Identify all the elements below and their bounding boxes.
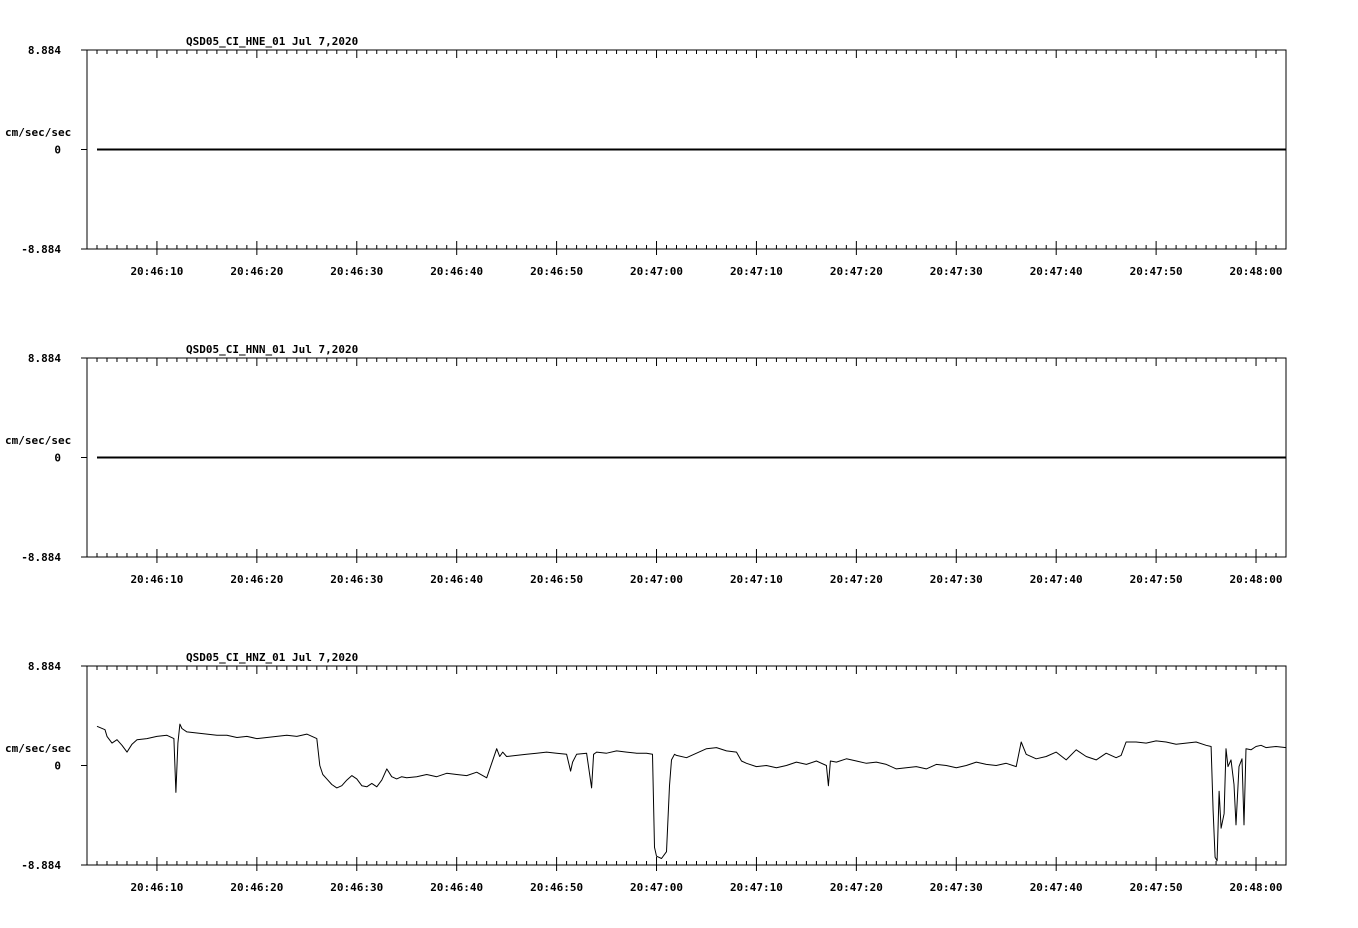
x-tick-label: 20:47:50	[1130, 881, 1183, 894]
x-tick-label: 20:47:50	[1130, 265, 1183, 278]
x-tick-label: 20:46:10	[130, 573, 183, 586]
channel-panel-2: QSD05_CI_HNN_01 Jul 7,2020 8.884 0 -8.884 cm…	[5, 343, 1287, 586]
x-tick-label: 20:47:30	[930, 881, 983, 894]
x-tick-label: 20:47:00	[630, 573, 683, 586]
y-axis-label: cm/sec/sec	[5, 126, 71, 139]
x-tick-label: 20:46:40	[430, 265, 483, 278]
x-tick-label: 20:46:50	[530, 881, 583, 894]
x-tick-label: 20:46:10	[130, 881, 183, 894]
x-tick-label: 20:46:50	[530, 265, 583, 278]
panel-title: QSD05_CI_HNE_01 Jul 7,2020	[186, 35, 358, 48]
y-tick-label: 0	[54, 144, 61, 157]
channel-panel-3: QSD05_CI_HNZ_01 Jul 7,2020 8.884 0 -8.884 cm…	[5, 651, 1287, 894]
x-tick-label: 20:47:40	[1030, 881, 1083, 894]
x-tick-label: 20:47:10	[730, 881, 783, 894]
y-tick-label: 8.884	[28, 352, 61, 365]
x-tick-label: 20:48:00	[1230, 265, 1283, 278]
channel-panel-1: QSD05_CI_HNE_01 Jul 7,2020 8.884 0 -8.884 cm…	[5, 35, 1287, 278]
x-tick-label: 20:47:10	[730, 573, 783, 586]
y-axis-label: cm/sec/sec	[5, 434, 71, 447]
x-tick-label: 20:47:20	[830, 881, 883, 894]
x-tick-label: 20:47:40	[1030, 573, 1083, 586]
x-tick-label: 20:46:20	[230, 573, 283, 586]
x-tick-label: 20:47:20	[830, 265, 883, 278]
y-tick-label: -8.884	[21, 243, 61, 256]
plot-frame	[86, 665, 1287, 866]
seismogram-figure: QSD05_CI_HNE_01 Jul 7,2020 8.884 0 -8.884 cm…	[0, 0, 1358, 924]
y-tick-label: -8.884	[21, 859, 61, 872]
x-tick-label: 20:46:10	[130, 265, 183, 278]
x-tick-label: 20:46:30	[330, 881, 383, 894]
x-tick-label: 20:47:40	[1030, 265, 1083, 278]
x-tick-label: 20:46:20	[230, 881, 283, 894]
x-tick-label: 20:46:40	[430, 881, 483, 894]
panel-title: QSD05_CI_HNN_01 Jul 7,2020	[186, 343, 358, 356]
x-tick-label: 20:47:50	[1130, 573, 1183, 586]
x-tick-label: 20:46:40	[430, 573, 483, 586]
x-tick-label: 20:47:30	[930, 265, 983, 278]
x-tick-label: 20:46:30	[330, 265, 383, 278]
x-tick-label: 20:47:10	[730, 265, 783, 278]
y-tick-label: 0	[54, 760, 61, 773]
waveform-trace-1	[96, 723, 1287, 862]
y-axis-label: cm/sec/sec	[5, 742, 71, 755]
y-tick-label: 0	[54, 452, 61, 465]
x-tick-label: 20:47:20	[830, 573, 883, 586]
seismogram-svg: QSD05_CI_HNE_01 Jul 7,2020 8.884 0 -8.884 cm…	[5, 35, 1287, 894]
x-tick-label: 20:48:00	[1230, 573, 1283, 586]
x-tick-label: 20:47:00	[630, 881, 683, 894]
y-tick-label: 8.884	[28, 660, 61, 673]
x-tick-label: 20:46:20	[230, 265, 283, 278]
x-tick-label: 20:46:50	[530, 573, 583, 586]
panel-title: QSD05_CI_HNZ_01 Jul 7,2020	[186, 651, 358, 664]
x-tick-label: 20:46:30	[330, 573, 383, 586]
x-tick-label: 20:48:00	[1230, 881, 1283, 894]
x-tick-label: 20:47:30	[930, 573, 983, 586]
y-tick-label: -8.884	[21, 551, 61, 564]
y-tick-label: 8.884	[28, 44, 61, 57]
x-tick-label: 20:47:00	[630, 265, 683, 278]
